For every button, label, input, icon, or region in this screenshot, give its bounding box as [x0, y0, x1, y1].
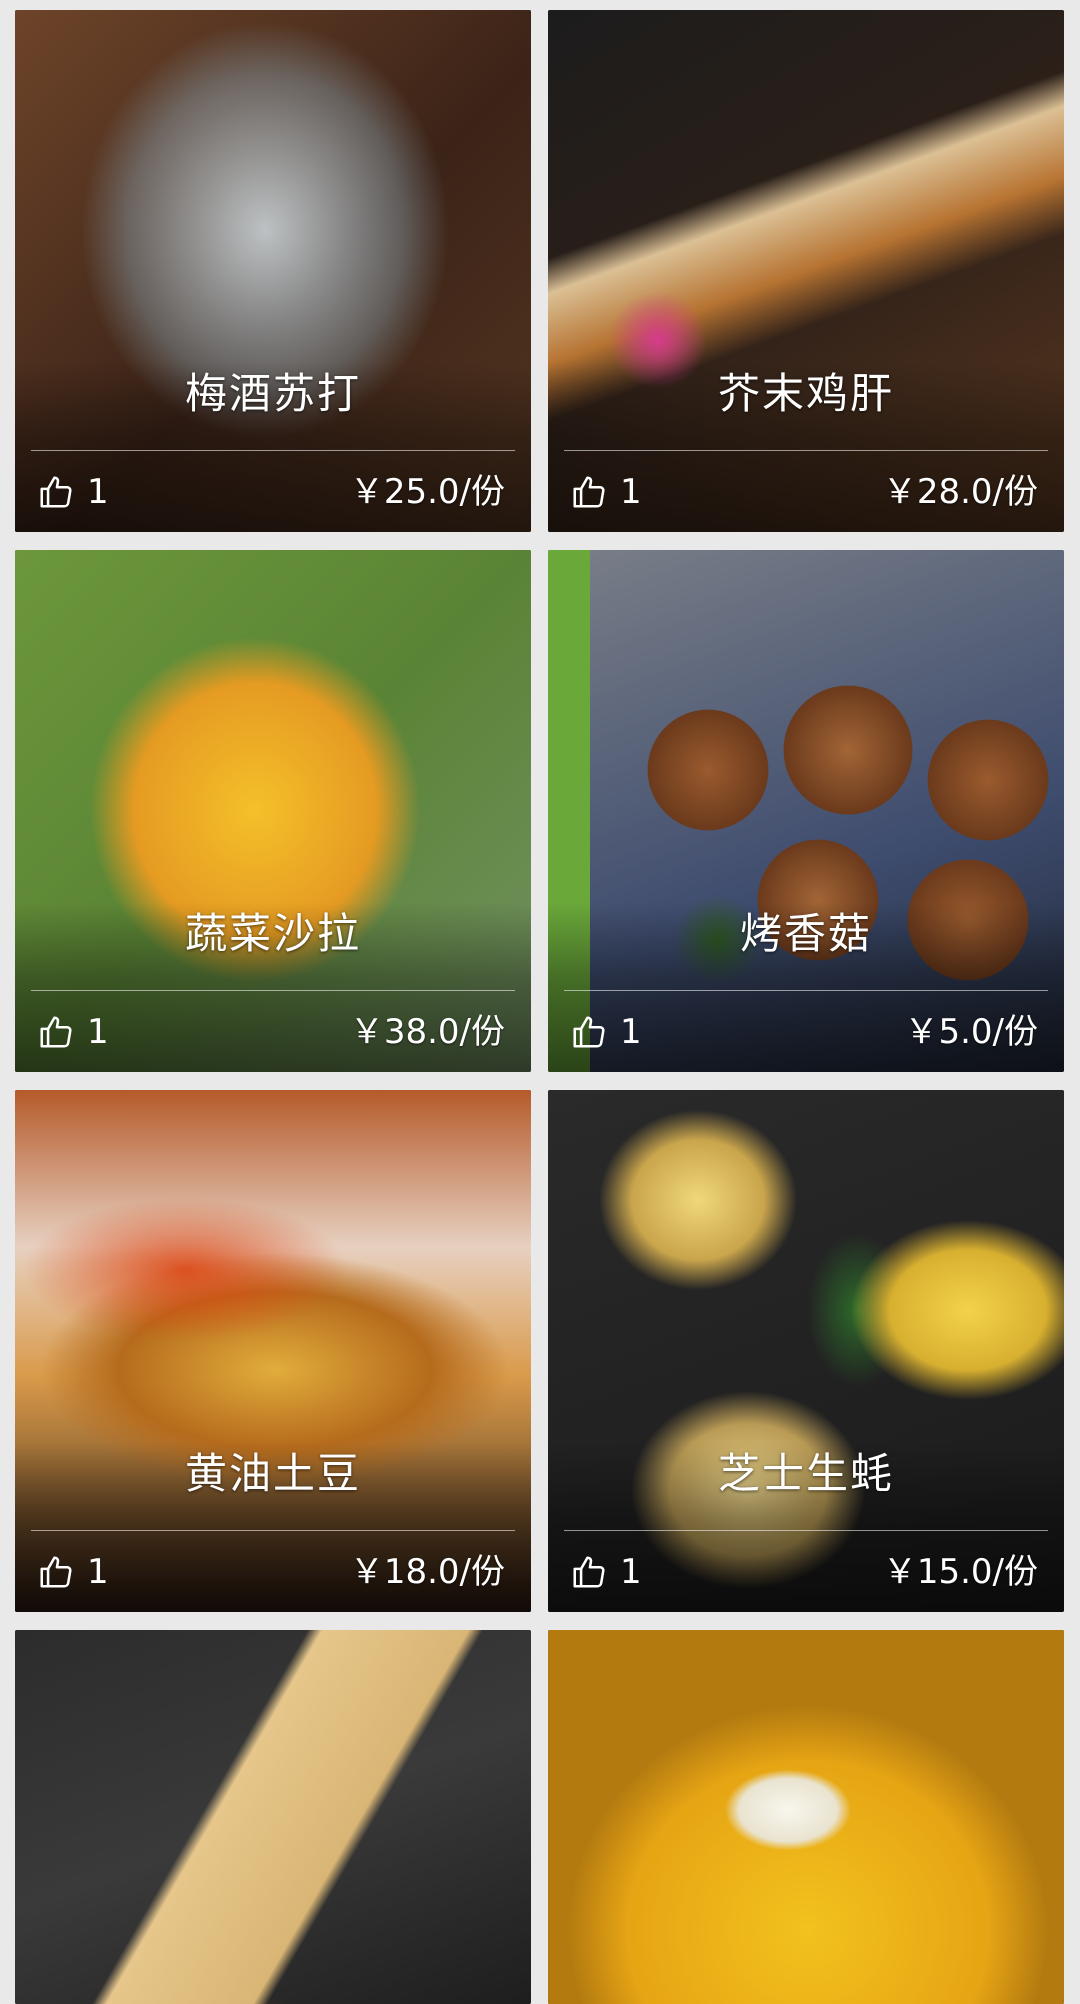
like-button[interactable]: 1: [570, 1552, 642, 1592]
divider: [564, 990, 1048, 991]
thumbs-up-icon: [573, 1556, 605, 1588]
dish-card[interactable]: 芥末鸡肝 1 ￥28.0/份: [548, 10, 1064, 532]
like-button[interactable]: 1: [37, 472, 109, 512]
dish-name: 烤香菇: [739, 909, 872, 958]
dish-card[interactable]: 芝士生蚝 1 ￥15.0/份: [548, 1090, 1064, 1612]
like-button[interactable]: 1: [570, 1012, 642, 1052]
like-count: 1: [620, 1012, 642, 1052]
dish-photo: [15, 1630, 531, 2004]
dish-price: ￥15.0/份: [882, 1552, 1038, 1592]
thumbs-up-icon: [40, 476, 72, 508]
dish-price: ￥5.0/份: [904, 1012, 1038, 1052]
divider: [31, 990, 515, 991]
dish-name: 黄油土豆: [184, 1449, 361, 1498]
like-count: 1: [87, 472, 109, 512]
dish-card[interactable]: 黄油土豆 1 ￥18.0/份: [15, 1090, 531, 1612]
like-button[interactable]: 1: [570, 472, 642, 512]
like-button[interactable]: 1: [37, 1552, 109, 1592]
divider: [564, 450, 1048, 451]
like-count: 1: [87, 1552, 109, 1592]
thumbs-up-icon: [40, 1556, 72, 1588]
dish-price: ￥18.0/份: [349, 1552, 505, 1592]
divider: [31, 1530, 515, 1531]
divider: [31, 450, 515, 451]
thumbs-up-icon: [573, 476, 605, 508]
dish-photo: [548, 1630, 1064, 2004]
like-count: 1: [87, 1012, 109, 1052]
dish-card[interactable]: [548, 1630, 1064, 2004]
like-button[interactable]: 1: [37, 1012, 109, 1052]
divider: [564, 1530, 1048, 1531]
dish-name: 梅酒苏打: [184, 369, 361, 418]
thumbs-up-icon: [573, 1016, 605, 1048]
dish-price: ￥25.0/份: [349, 472, 505, 512]
dish-price: ￥38.0/份: [349, 1012, 505, 1052]
like-count: 1: [620, 472, 642, 512]
like-count: 1: [620, 1552, 642, 1592]
dish-card[interactable]: [15, 1630, 531, 2004]
dish-name: 芝士生蚝: [717, 1449, 894, 1498]
dish-price: ￥28.0/份: [882, 472, 1038, 512]
dish-card[interactable]: 烤香菇 1 ￥5.0/份: [548, 550, 1064, 1072]
dish-card[interactable]: 蔬菜沙拉 1 ￥38.0/份: [15, 550, 531, 1072]
dish-name: 蔬菜沙拉: [184, 909, 361, 958]
dish-card[interactable]: 梅酒苏打 1 ￥25.0/份: [15, 10, 531, 532]
thumbs-up-icon: [40, 1016, 72, 1048]
dish-name: 芥末鸡肝: [717, 369, 894, 418]
dish-grid: 梅酒苏打 1 ￥25.0/份 芥末鸡肝 1 ￥28.0/份 蔬菜沙拉 1 ￥38…: [0, 0, 1080, 2004]
